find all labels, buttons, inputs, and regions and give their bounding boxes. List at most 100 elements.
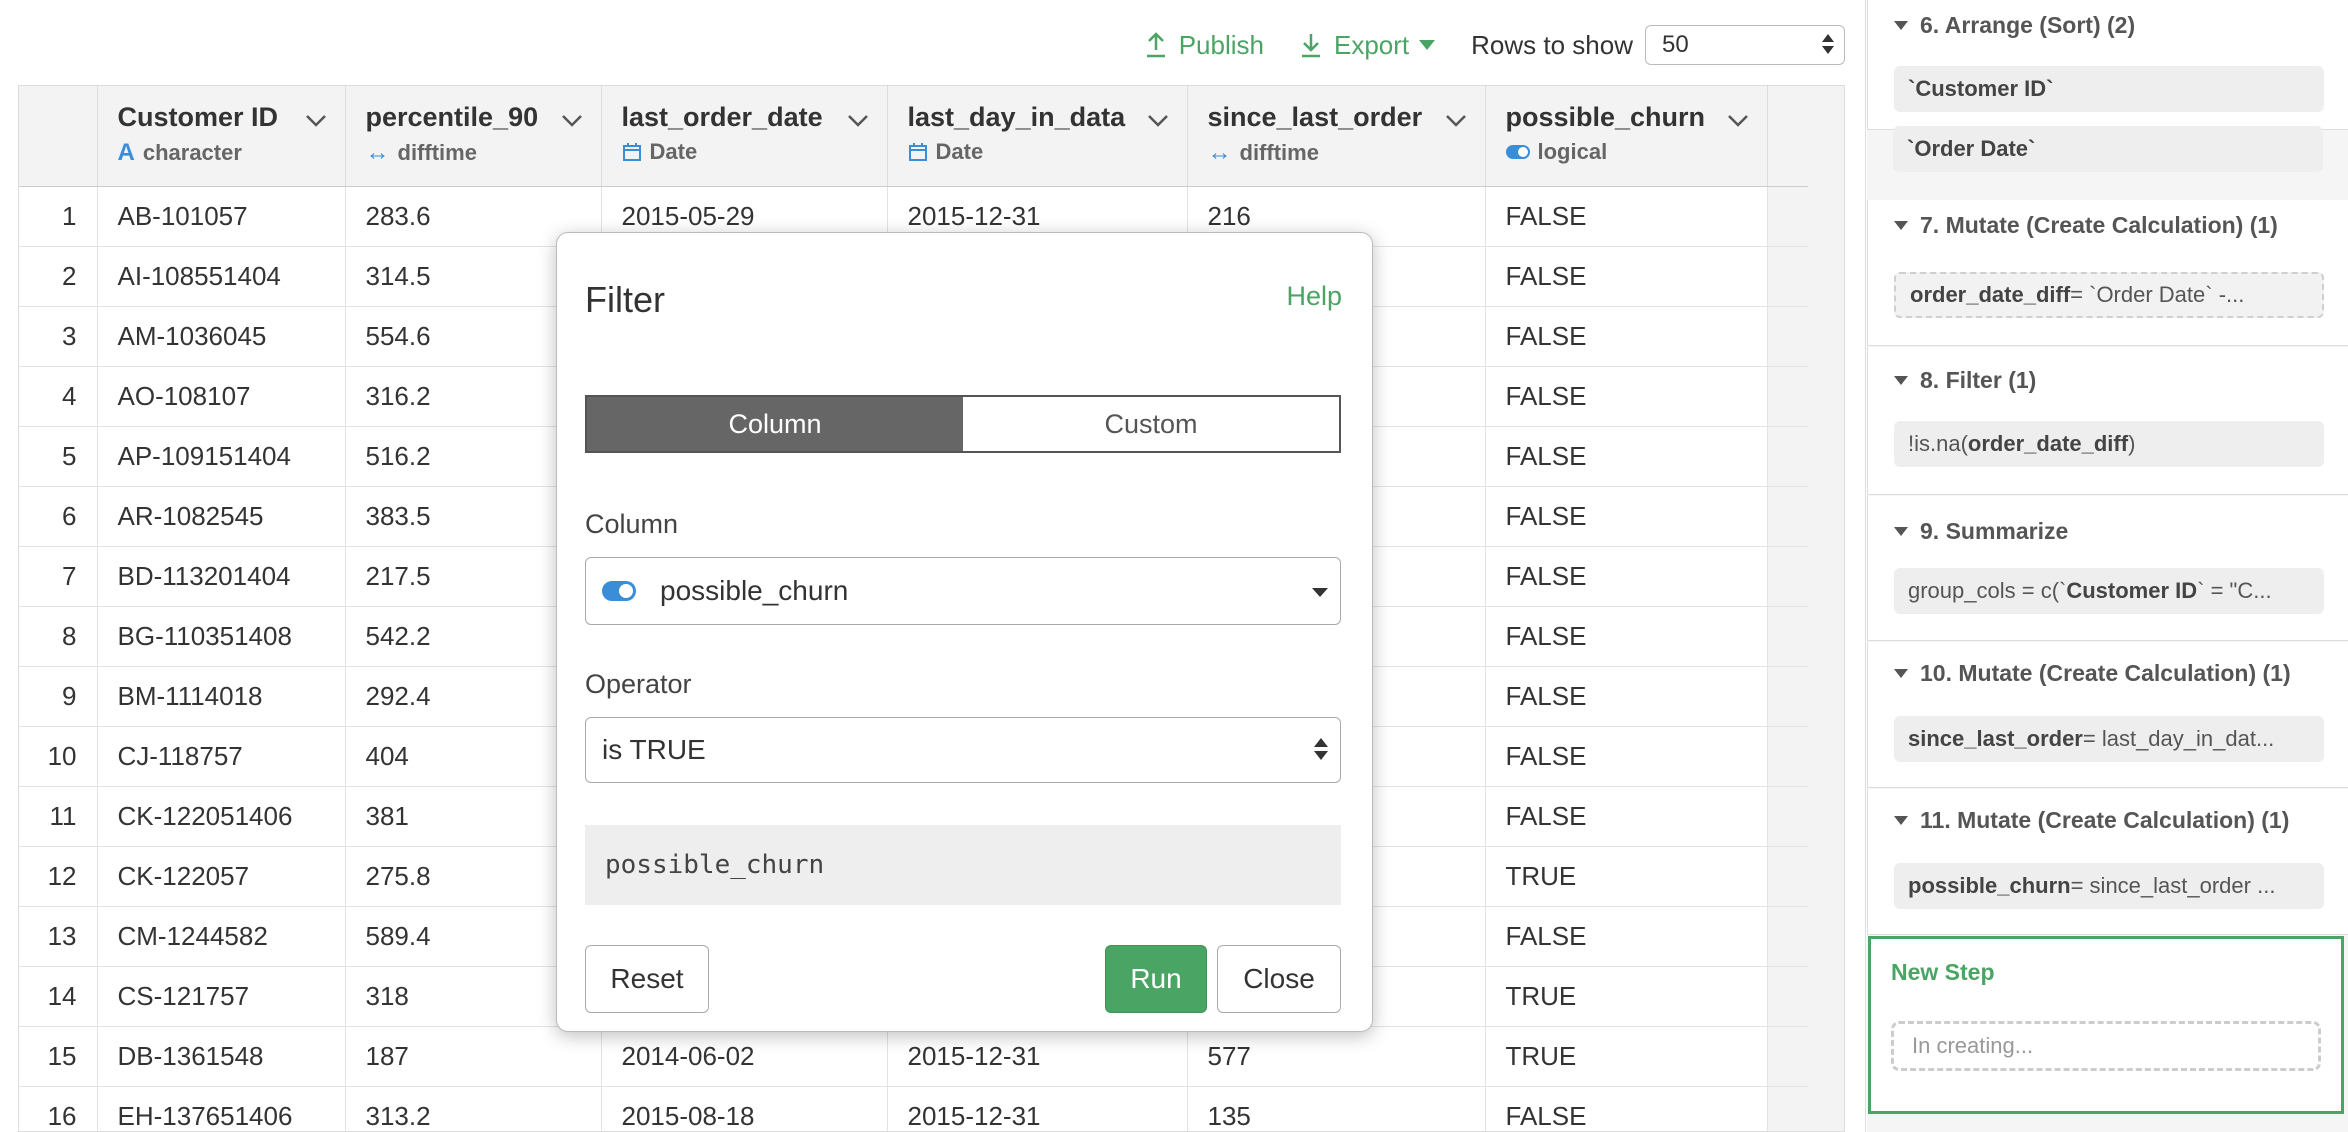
column-select[interactable]: possible_churn: [585, 557, 1341, 625]
step-pill[interactable]: since_last_order = last_day_in_dat...: [1894, 716, 2324, 762]
spinner-icon: [1314, 738, 1328, 760]
column-header[interactable]: last_day_in_data Date: [887, 86, 1188, 187]
step-arrange[interactable]: 6. Arrange (Sort) (2) `Customer ID`: [1867, 0, 2348, 130]
rows-to-show-select[interactable]: 50: [1645, 25, 1845, 65]
table-cell[interactable]: AI-108551404: [97, 246, 346, 307]
table-cell[interactable]: FALSE: [1485, 426, 1768, 487]
step-summarize-9[interactable]: 9. Summarize group_cols = c(` Customer ID…: [1867, 496, 2348, 641]
table-cell[interactable]: FALSE: [1485, 306, 1768, 367]
column-header[interactable]: Customer ID Acharacter: [97, 86, 346, 187]
close-button[interactable]: Close: [1217, 945, 1341, 1013]
operator-select[interactable]: is TRUE: [585, 717, 1341, 783]
table-cell[interactable]: FALSE: [1485, 606, 1768, 667]
table-row[interactable]: 15 DB-1361548 187 2014-06-02 2015-12-31 577 TR…: [19, 1026, 1808, 1087]
table-cell[interactable]: TRUE: [1485, 846, 1768, 907]
new-step-placeholder[interactable]: In creating...: [1891, 1021, 2321, 1071]
step-title[interactable]: 11. Mutate (Create Calculation) (1): [1894, 807, 2289, 834]
table-cell[interactable]: 187: [345, 1026, 602, 1087]
table-cell[interactable]: FALSE: [1485, 726, 1768, 787]
step-title[interactable]: 7. Mutate (Create Calculation) (1): [1894, 212, 2278, 239]
row-index: 7: [19, 546, 98, 607]
step-title[interactable]: 9. Summarize: [1894, 518, 2068, 545]
table-cell[interactable]: 2014-06-02: [601, 1026, 888, 1087]
step-title[interactable]: 10. Mutate (Create Calculation) (1): [1894, 660, 2291, 687]
collapse-triangle-icon: [1894, 527, 1908, 536]
export-button[interactable]: Export: [1300, 30, 1436, 61]
table-cell[interactable]: 135: [1187, 1086, 1486, 1131]
dialog-title: Filter: [585, 279, 665, 320]
table-cell[interactable]: FALSE: [1485, 486, 1768, 547]
table-cell[interactable]: AM-1036045: [97, 306, 346, 367]
tab-custom[interactable]: Custom: [963, 397, 1339, 451]
pill-bold: possible_churn: [1908, 873, 2071, 898]
step-pill[interactable]: possible_churn = since_last_order ...: [1894, 863, 2324, 909]
table-cell[interactable]: FALSE: [1485, 186, 1768, 247]
run-button[interactable]: Run: [1105, 945, 1207, 1013]
tab-column[interactable]: Column: [587, 397, 963, 451]
table-row[interactable]: 16 EH-137651406 313.2 2015-08-18 2015-12-31 1…: [19, 1086, 1808, 1131]
step-mutate-10[interactable]: 10. Mutate (Create Calculation) (1) sinc…: [1867, 642, 2348, 788]
table-cell[interactable]: FALSE: [1485, 546, 1768, 607]
table-cell[interactable]: 2015-12-31: [887, 1026, 1188, 1087]
step-pill[interactable]: order_date_diff = `Order Date` -...: [1894, 272, 2324, 318]
table-cell[interactable]: 2015-08-18: [601, 1086, 888, 1131]
table-cell[interactable]: FALSE: [1485, 366, 1768, 427]
rows-to-show-value: 50: [1662, 31, 1689, 58]
table-cell[interactable]: BM-1114018: [97, 666, 346, 727]
table-cell[interactable]: FALSE: [1485, 246, 1768, 307]
table-cell[interactable]: CS-121757: [97, 966, 346, 1027]
pill-pre: !is.na(: [1908, 431, 1968, 456]
table-cell[interactable]: 2015-12-31: [887, 1086, 1188, 1131]
step-pill[interactable]: `Order Date`: [1893, 126, 2323, 172]
table-cell[interactable]: CM-1244582: [97, 906, 346, 967]
step-mutate-11[interactable]: 11. Mutate (Create Calculation) (1) poss…: [1867, 789, 2348, 935]
step-pill[interactable]: group_cols = c(` Customer ID ` = "C...: [1894, 568, 2324, 614]
column-name: percentile_90: [365, 102, 539, 132]
column-header[interactable]: since_last_order ↔ difftime: [1187, 86, 1486, 187]
table-cell[interactable]: FALSE: [1485, 786, 1768, 847]
step-pill[interactable]: `Customer ID`: [1894, 66, 2324, 112]
new-step-card[interactable]: New Step In creating...: [1868, 936, 2344, 1114]
table-cell[interactable]: 577: [1187, 1026, 1486, 1087]
step-filter-8[interactable]: 8. Filter (1) !is.na(order_date_diff): [1867, 347, 2348, 495]
help-link[interactable]: Help: [1286, 281, 1342, 312]
chevron-down-icon[interactable]: [305, 114, 327, 128]
chevron-down-icon[interactable]: [1445, 114, 1467, 128]
step-title-text: 8. Filter (1): [1920, 367, 2037, 393]
column-header[interactable]: possible_churn logical: [1485, 86, 1768, 187]
publish-button[interactable]: Publish: [1145, 30, 1264, 61]
table-cell[interactable]: BD-113201404: [97, 546, 346, 607]
reset-button[interactable]: Reset: [585, 945, 709, 1013]
table-filler-cell: [1767, 786, 1808, 847]
column-header[interactable]: percentile_90 ↔ difftime: [345, 86, 602, 187]
table-cell[interactable]: AR-1082545: [97, 486, 346, 547]
table-filler-cell: [1767, 546, 1808, 607]
column-header[interactable]: last_order_date Date: [601, 86, 888, 187]
chevron-down-icon[interactable]: [1727, 114, 1749, 128]
table-cell[interactable]: FALSE: [1485, 906, 1768, 967]
table-cell[interactable]: FALSE: [1485, 666, 1768, 727]
step-title[interactable]: 6. Arrange (Sort) (2): [1894, 12, 2135, 39]
step-pill[interactable]: !is.na(order_date_diff): [1894, 421, 2324, 467]
table-cell[interactable]: TRUE: [1485, 1026, 1768, 1087]
table-cell[interactable]: AP-109151404: [97, 426, 346, 487]
table-cell[interactable]: AO-108107: [97, 366, 346, 427]
table-cell[interactable]: CK-122051406: [97, 786, 346, 847]
table-cell[interactable]: AB-101057: [97, 186, 346, 247]
row-index: 8: [19, 606, 98, 667]
chevron-down-icon[interactable]: [561, 114, 583, 128]
chevron-down-icon[interactable]: [847, 114, 869, 128]
table-cell[interactable]: TRUE: [1485, 966, 1768, 1027]
step-mutate-7[interactable]: 7. Mutate (Create Calculation) (1) order…: [1867, 200, 2348, 346]
table-cell[interactable]: BG-110351408: [97, 606, 346, 667]
table-cell[interactable]: CJ-118757: [97, 726, 346, 787]
table-cell[interactable]: EH-137651406: [97, 1086, 346, 1131]
table-cell[interactable]: 313.2: [345, 1086, 602, 1131]
chevron-down-icon[interactable]: [1147, 114, 1169, 128]
step-title[interactable]: 8. Filter (1): [1894, 367, 2036, 394]
table-cell[interactable]: DB-1361548: [97, 1026, 346, 1087]
table-cell[interactable]: CK-122057: [97, 846, 346, 907]
empty-header: [1767, 86, 1808, 187]
pill-text: ` = "C...: [2197, 578, 2272, 603]
table-cell[interactable]: FALSE: [1485, 1086, 1768, 1131]
